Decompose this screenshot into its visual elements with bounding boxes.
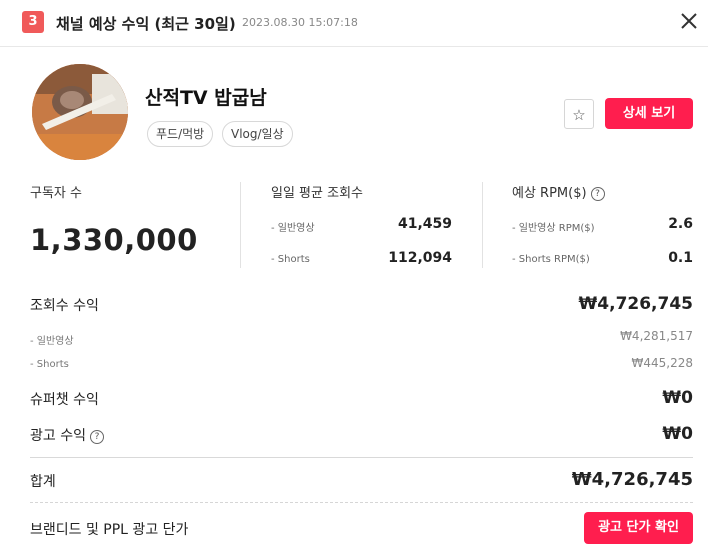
revenue-sub-value: ₩445,228 [631, 356, 694, 370]
branded-divider [30, 502, 693, 503]
column-divider [240, 182, 241, 268]
rpm-row-label: - 일반영상 RPM($) [512, 223, 595, 234]
subscribers-label: 구독자 수 [30, 186, 82, 201]
rpm-row-value: 0.1 [668, 250, 693, 266]
rpm-label: 예상 RPM($)? [512, 182, 605, 201]
revenue-sub-value: ₩4,281,517 [620, 329, 693, 343]
total-label: 합계 [30, 474, 56, 490]
views-row-label: - Shorts [271, 254, 310, 265]
view-revenue-value: ₩4,726,745 [578, 294, 693, 314]
views-row-value: 41,459 [397, 216, 452, 232]
channel-name: 산적TV 밥굽남 [145, 87, 267, 109]
close-icon[interactable] [676, 8, 702, 34]
question-circle-icon[interactable]: ? [89, 430, 104, 444]
ad-revenue-label: 광고 수익? [30, 425, 104, 445]
column-divider [482, 182, 483, 268]
superchat-label: 슈퍼챗 수익 [30, 392, 99, 408]
channel-avatar [32, 64, 128, 160]
detail-view-button[interactable]: 상세 보기 [605, 98, 693, 129]
question-circle-icon[interactable]: ? [590, 187, 605, 201]
total-value: ₩4,726,745 [571, 469, 693, 490]
ad-revenue-value: ₩0 [662, 424, 693, 444]
channel-tag[interactable]: 푸드/먹방 [147, 121, 214, 147]
star-icon[interactable]: ☆ [564, 99, 594, 129]
rank-badge: 3 [22, 11, 44, 33]
total-divider [30, 457, 693, 458]
revenue-sub-label: - 일반영상 [30, 336, 74, 347]
branded-label: 브랜디드 및 PPL 광고 단가 [30, 522, 189, 538]
rpm-row-value: 2.6 [668, 216, 693, 232]
daily-views-label: 일일 평균 조회수 [271, 186, 363, 201]
ad-rate-check-button[interactable]: 광고 단가 확인 [584, 512, 693, 544]
channel-tag[interactable]: Vlog/일상 [222, 121, 293, 147]
views-row-value: 112,094 [388, 250, 452, 266]
revenue-sub-label: - Shorts [30, 359, 69, 370]
timestamp: 2023.08.30 15:07:18 [242, 16, 358, 29]
views-row-label: - 일반영상 [271, 223, 315, 234]
subscribers-value: 1,330,000 [30, 223, 198, 257]
view-revenue-label: 조회수 수익 [30, 298, 99, 314]
superchat-value: ₩0 [662, 388, 693, 408]
rpm-row-label: - Shorts RPM($) [512, 254, 590, 265]
modal-title: 채널 예상 수익 (최근 30일) [56, 15, 236, 33]
